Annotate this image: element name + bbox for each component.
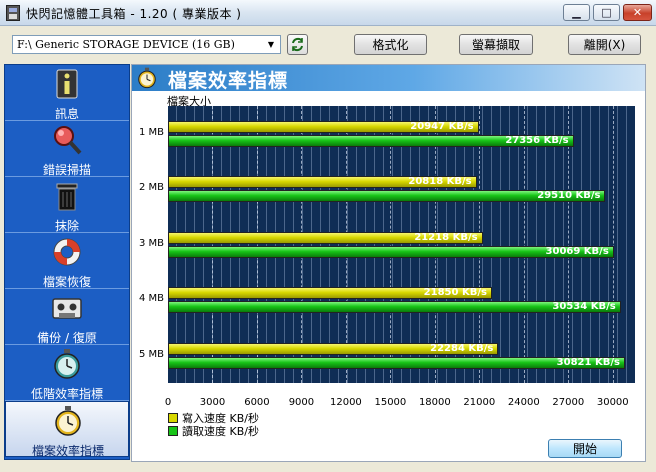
stopwatch-icon <box>54 349 80 379</box>
app-icon <box>6 5 20 21</box>
bar-value-label: 30534 KB/s <box>552 301 616 313</box>
gridline <box>301 106 303 383</box>
maximize-button[interactable]: □ <box>593 4 620 21</box>
bar-write-speed: 20818 KB/s <box>168 176 477 189</box>
gridline <box>212 106 214 383</box>
sidebar-item-file-recovery[interactable]: 檔案恢復 <box>5 233 129 289</box>
sidebar: 訊息 錯誤掃描 抹除 檔案恢復 備份 / 復原 低階效率指標 檔案效率指標 <box>4 64 130 460</box>
x-tick-label: 15000 <box>374 397 407 408</box>
legend-item-read: 讀取速度 KB/秒 <box>168 423 259 439</box>
minimize-button[interactable]: ▁ <box>563 4 590 21</box>
trash-can-icon <box>56 183 78 211</box>
sidebar-item-label: 檔案效率指標 <box>31 444 104 458</box>
sidebar-item-label: 備份 / 復原 <box>37 331 97 345</box>
x-tick-label: 6000 <box>244 397 270 408</box>
stopwatch-icon <box>55 406 81 436</box>
x-tick-label: 12000 <box>329 397 362 408</box>
bar-read-speed: 27356 KB/s <box>168 135 574 147</box>
bar-write-speed: 20947 KB/s <box>168 121 479 133</box>
bar-value-label: 20947 KB/s <box>410 121 474 132</box>
title-bar: 快閃記憶體工具箱 - 1.20 ( 專業版本 ) ▁ □ ✕ <box>0 0 656 26</box>
gridline <box>568 106 570 383</box>
bar-read-speed: 29510 KB/s <box>168 190 606 203</box>
gridline <box>390 106 392 383</box>
refresh-button[interactable] <box>287 34 308 55</box>
exit-button[interactable]: 離開(X) <box>568 34 641 55</box>
page-title: 檔案效率指標 <box>168 70 289 92</box>
bar-value-label: 27356 KB/s <box>505 135 569 146</box>
stopwatch-icon <box>138 67 156 89</box>
bar-value-label: 30069 KB/s <box>545 245 609 257</box>
sidebar-item-label: 訊息 <box>54 107 79 121</box>
x-tick-label: 21000 <box>463 397 496 408</box>
bar-value-label: 21218 KB/s <box>414 231 478 243</box>
magnifier-icon <box>54 126 82 155</box>
x-tick-label: 18000 <box>418 397 451 408</box>
chevron-down-icon[interactable]: ▼ <box>264 38 278 51</box>
x-tick-label: 9000 <box>288 397 315 408</box>
category-label: 4 MB <box>138 293 164 305</box>
category-label: 5 MB <box>138 348 164 360</box>
bar-read-speed: 30069 KB/s <box>168 245 614 258</box>
legend-swatch <box>168 413 178 423</box>
bar-write-speed: 21850 KB/s <box>168 287 492 300</box>
format-button[interactable]: 格式化 <box>354 34 427 55</box>
legend-swatch <box>168 426 178 436</box>
gridline <box>256 106 258 383</box>
legend-label: 讀取速度 KB/秒 <box>182 425 259 438</box>
sidebar-item-label: 錯誤掃描 <box>42 163 91 177</box>
x-tick-label: 24000 <box>507 397 540 408</box>
sidebar-item-backup-restore[interactable]: 備份 / 復原 <box>5 289 129 345</box>
bar-value-label: 21850 KB/s <box>423 287 487 299</box>
bar-value-label: 20818 KB/s <box>408 176 472 188</box>
bar-value-label: 29510 KB/s <box>537 190 601 202</box>
gridline <box>612 106 614 383</box>
chart-plot-area: 20947 KB/s 27356 KB/s 20818 KB/s 29510 KB/s… <box>168 106 635 383</box>
sidebar-item-error-scan[interactable]: 錯誤掃描 <box>5 121 129 177</box>
bar-write-speed: 22284 KB/s <box>168 342 499 355</box>
category-label: 1 MB <box>138 127 164 138</box>
category-label: 3 MB <box>138 237 164 249</box>
bar-read-speed: 30821 KB/s <box>168 356 625 369</box>
gridline <box>345 106 347 383</box>
sidebar-item-low-level-benchmark[interactable]: 低階效率指標 <box>5 345 129 401</box>
bar-value-label: 30821 KB/s <box>556 356 620 368</box>
gridline <box>523 106 525 383</box>
info-icon <box>56 69 78 99</box>
x-tick-label: 3000 <box>199 397 226 408</box>
sidebar-item-label: 低階效率指標 <box>30 387 103 401</box>
x-tick-label: 30000 <box>596 397 629 408</box>
sidebar-item-label: 抹除 <box>54 219 79 233</box>
close-button[interactable]: ✕ <box>623 4 652 21</box>
panel-header: 檔案效率指標 <box>132 65 645 92</box>
window-title: 快閃記憶體工具箱 - 1.20 ( 專業版本 ) <box>26 7 242 21</box>
sidebar-item-label: 檔案恢復 <box>42 275 91 289</box>
category-label: 2 MB <box>138 182 164 194</box>
screenshot-button[interactable]: 螢幕擷取 <box>459 34 533 55</box>
sidebar-item-erase[interactable]: 抹除 <box>5 177 129 233</box>
start-button[interactable]: 開始 <box>548 439 622 458</box>
gridline <box>479 106 481 383</box>
device-select-value: F:\ Generic STORAGE DEVICE (16 GB) <box>17 38 235 51</box>
lifebuoy-icon <box>53 238 81 266</box>
refresh-icon <box>292 37 303 52</box>
bar-write-speed: 21218 KB/s <box>168 231 483 244</box>
bar-value-label: 22284 KB/s <box>430 342 494 354</box>
sidebar-item-file-benchmark[interactable]: 檔案效率指標 <box>5 401 129 458</box>
device-select[interactable]: F:\ Generic STORAGE DEVICE (16 GB) ▼ <box>12 35 281 54</box>
bar-read-speed: 30534 KB/s <box>168 301 621 314</box>
maximize-icon: □ <box>601 6 612 19</box>
minimize-icon: ▁ <box>572 6 581 19</box>
tape-cassette-icon <box>52 298 82 319</box>
main-panel: 檔案效率指標 檔案大小 20947 KB/s 27356 KB/s 20818 KB… <box>131 64 646 462</box>
close-icon: ✕ <box>632 6 643 19</box>
gridline <box>434 106 436 383</box>
x-tick-label: 0 <box>164 397 172 408</box>
x-tick-label: 27000 <box>552 397 585 408</box>
sidebar-item-info[interactable]: 訊息 <box>5 65 129 121</box>
